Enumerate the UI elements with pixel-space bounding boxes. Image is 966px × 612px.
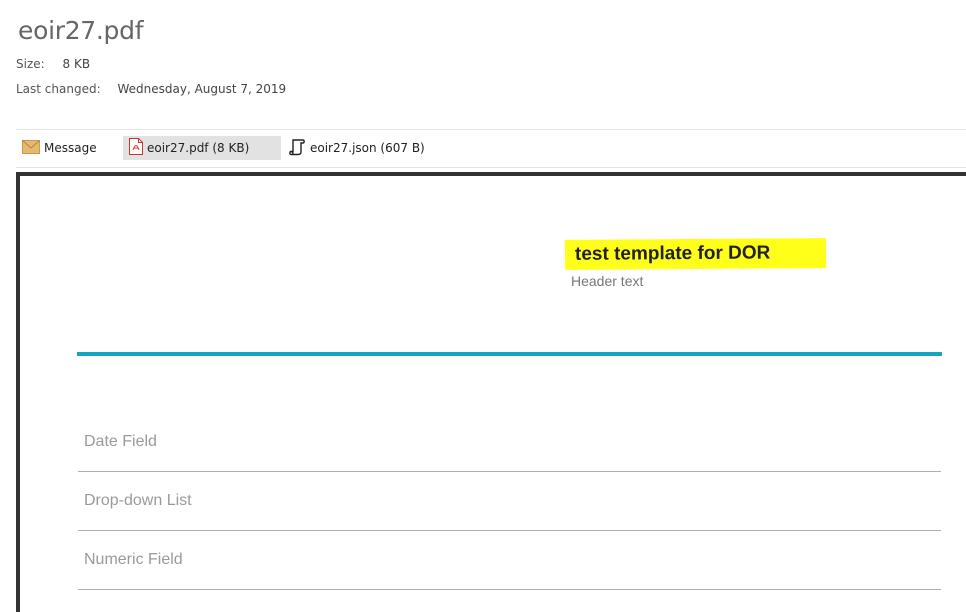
size-label: Size:: [16, 57, 45, 71]
pdf-icon: [129, 138, 143, 158]
envelope-icon: [22, 139, 40, 157]
numeric-field: Numeric Field: [78, 532, 941, 590]
document-title: test template for DOR: [564, 238, 827, 270]
size-value: 8 KB: [62, 57, 91, 71]
attachment-message[interactable]: Message: [22, 136, 97, 160]
size-row: Size: 8 KB: [16, 57, 90, 71]
last-changed-value: Wednesday, August 7, 2019: [117, 82, 287, 96]
date-field: Date Field: [78, 414, 941, 472]
attachment-pdf[interactable]: eoir27.pdf (8 KB): [123, 136, 281, 160]
json-script-icon: [288, 138, 306, 159]
dropdown-list-field: Drop-down List: [78, 473, 941, 531]
pdf-preview[interactable]: test template for DOR Header text Date F…: [16, 172, 966, 612]
attachment-bar: Message eoir27.pdf (8 KB) eoir27.json (6…: [16, 129, 966, 168]
file-title: eoir27.pdf: [18, 16, 144, 45]
dropdown-list-label: Drop-down List: [84, 492, 192, 509]
attachment-message-label: Message: [44, 141, 97, 155]
last-changed-row: Last changed: Wednesday, August 7, 2019: [16, 82, 286, 96]
attachment-json[interactable]: eoir27.json (607 B): [288, 136, 425, 160]
attachment-json-label: eoir27.json (607 B): [310, 141, 425, 155]
document-header-text: Header text: [571, 273, 644, 289]
date-field-label: Date Field: [84, 433, 157, 450]
last-changed-label: Last changed:: [16, 82, 101, 96]
attachment-pdf-label: eoir27.pdf (8 KB): [147, 141, 250, 155]
header-divider: [77, 352, 942, 356]
numeric-field-label: Numeric Field: [84, 551, 183, 568]
